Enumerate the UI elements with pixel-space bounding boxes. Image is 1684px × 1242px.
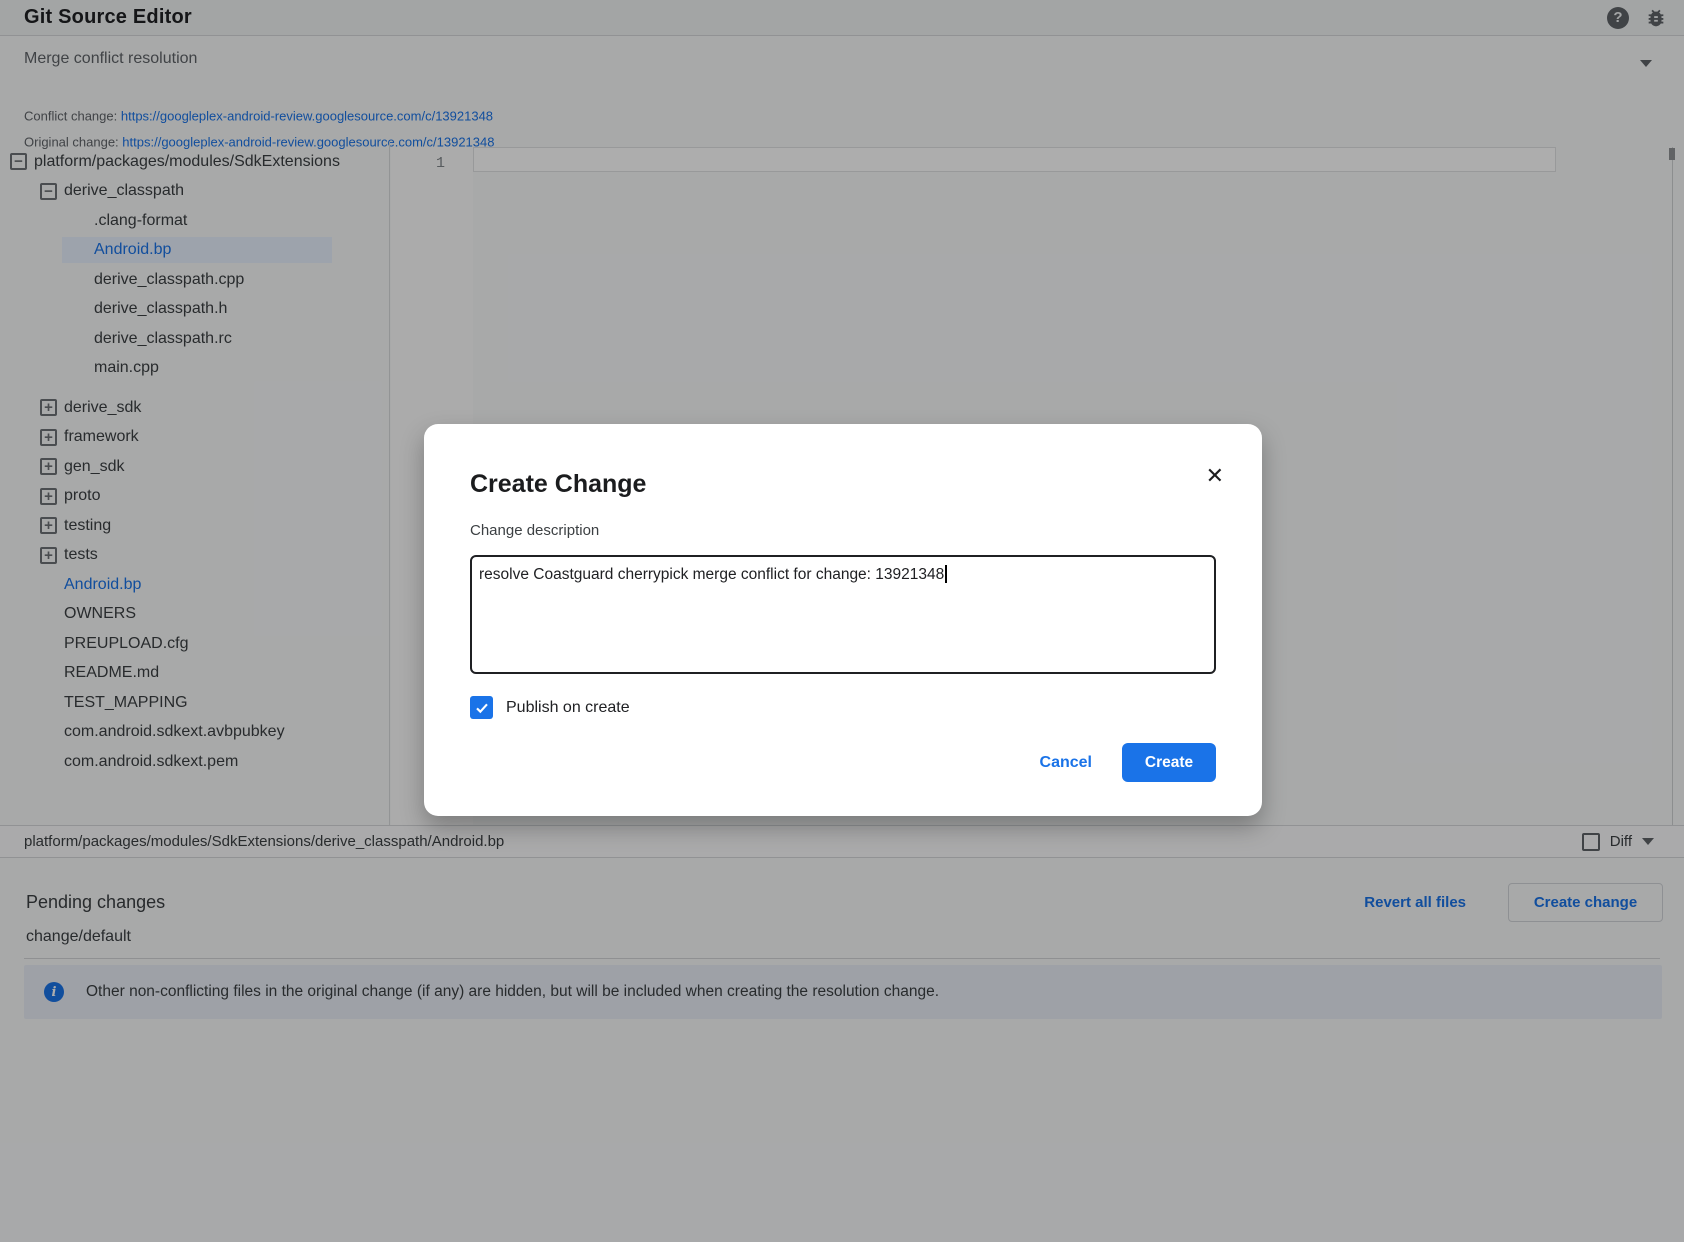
close-icon[interactable]: ✕ [1206, 464, 1224, 490]
change-description-value: resolve Coastguard cherrypick merge conf… [479, 566, 944, 583]
git-source-editor-app: Git Source Editor ? Merge conflict resol… [0, 0, 1684, 1242]
text-cursor [945, 565, 947, 583]
create-button[interactable]: Create [1122, 743, 1216, 782]
publish-on-create-checkbox[interactable] [470, 696, 493, 719]
change-description-textarea[interactable]: resolve Coastguard cherrypick merge conf… [470, 555, 1216, 674]
dialog-actions: Cancel Create [470, 743, 1216, 782]
dialog-title: Create Change [470, 468, 646, 500]
publish-on-create-row: Publish on create [470, 696, 1216, 719]
cancel-button[interactable]: Cancel [1040, 754, 1092, 772]
create-change-dialog: Create Change ✕ Change description resol… [424, 424, 1262, 816]
change-description-label: Change description [470, 522, 1216, 539]
publish-on-create-label: Publish on create [506, 699, 630, 717]
dialog-header: Create Change ✕ [470, 468, 1216, 500]
